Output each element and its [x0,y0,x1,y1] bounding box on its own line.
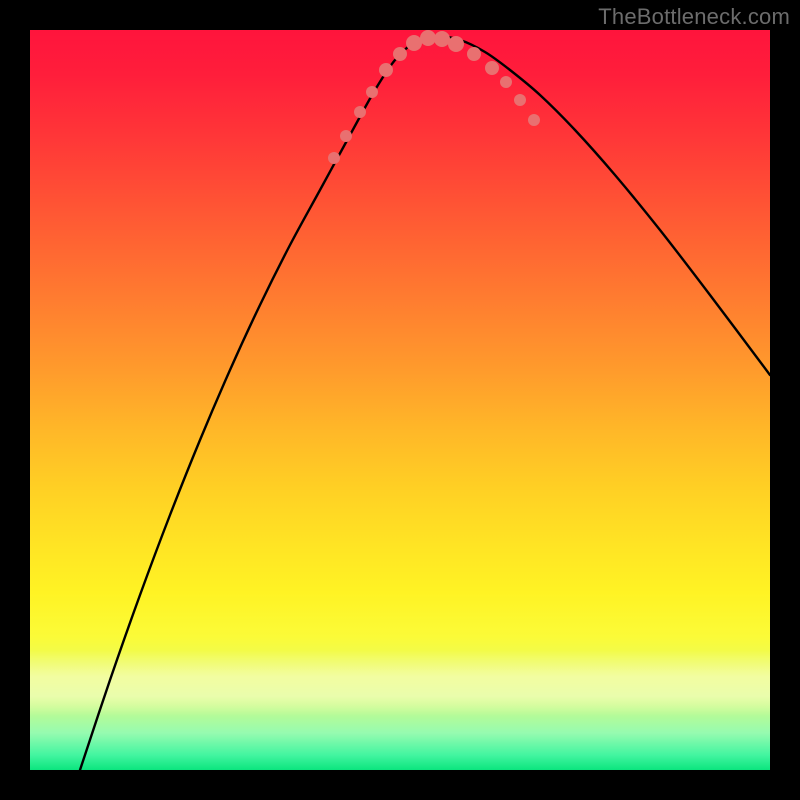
data-point [467,47,481,61]
chart-svg [30,30,770,770]
data-point [340,130,352,142]
data-point-group [328,30,540,164]
bottleneck-curve [80,36,770,770]
highlight-band [30,650,770,716]
data-point [420,30,436,46]
data-point [448,36,464,52]
data-point [485,61,499,75]
data-point [354,106,366,118]
data-point [393,47,407,61]
data-point [500,76,512,88]
data-point [514,94,526,106]
data-point [434,31,450,47]
data-point [328,152,340,164]
data-point [406,35,422,51]
data-point [366,86,378,98]
data-point [528,114,540,126]
data-point [379,63,393,77]
chart-area [30,30,770,770]
watermark-text: TheBottleneck.com [598,4,790,30]
